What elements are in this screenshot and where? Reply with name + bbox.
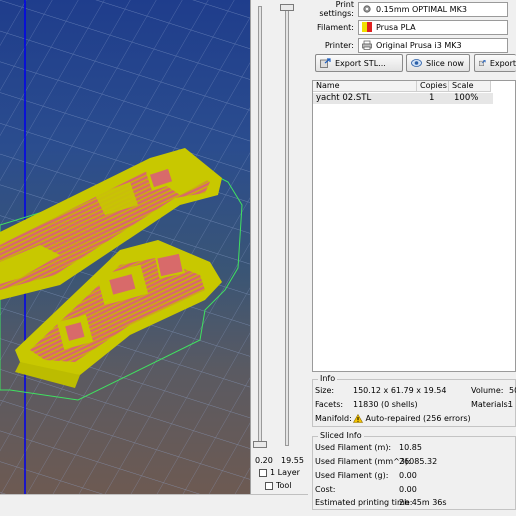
export-gcode-icon — [479, 60, 486, 67]
print-settings-label: Print settings: — [319, 0, 354, 18]
volume-label: Volume: — [471, 386, 504, 395]
slice-now-label: Slice now — [426, 58, 464, 68]
used-filament-g-value: 0.00 — [399, 471, 417, 480]
volume-value: 50 — [509, 386, 516, 395]
column-header-name[interactable]: Name — [313, 81, 417, 92]
one-layer-toggle[interactable]: 1 Layer — [259, 468, 300, 477]
one-layer-label: 1 Layer — [270, 468, 300, 477]
cost-label: Cost: — [315, 485, 336, 494]
object-scale-cell: 100% — [454, 93, 479, 103]
filament-value: Prusa PLA — [376, 22, 416, 32]
printer-combo[interactable]: Original Prusa i3 MK3 — [358, 37, 508, 53]
color-swatch-icon — [362, 22, 372, 32]
size-value: 150.12 x 61.79 x 19.54 — [353, 386, 447, 395]
slice-now-button[interactable]: Slice now — [406, 54, 470, 72]
export-icon — [320, 58, 331, 68]
print-time-value: 2h 45m 36s — [399, 498, 447, 507]
used-filament-g-label: Used Filament (g): — [315, 471, 389, 480]
object-name-cell: yacht 02.STL — [316, 93, 372, 103]
tool-checkbox[interactable] — [265, 481, 273, 490]
filament-label: Filament: — [317, 22, 354, 32]
materials-label: Materials: — [471, 400, 511, 409]
lower-layer-handle[interactable] — [253, 441, 267, 448]
tool-label: Tool — [276, 481, 292, 490]
facets-label: Facets: — [315, 400, 344, 409]
layer-slider-panel: 0.20 19.55 1 Layer Tool — [250, 0, 308, 494]
used-filament-mm3-value: 26085.32 — [399, 457, 438, 466]
filament-combo[interactable]: Prusa PLA — [358, 19, 508, 35]
export-stl-button[interactable]: Export STL... — [315, 54, 403, 72]
materials-value: 1 — [508, 400, 514, 409]
printer-icon — [362, 40, 372, 50]
manifold-status: Auto-repaired (256 errors) — [352, 413, 471, 423]
cost-value: 0.00 — [399, 485, 417, 494]
printer-row: Printer: Original Prusa i3 MK3 — [308, 37, 508, 53]
export-gcode-label: Export — [489, 58, 516, 68]
export-gcode-button[interactable]: Export — [474, 54, 516, 72]
gear-icon — [363, 5, 371, 13]
status-bar — [0, 494, 308, 516]
printer-label: Printer: — [324, 40, 354, 50]
print-settings-value: 0.15mm OPTIMAL MK3 — [376, 4, 467, 14]
export-stl-label: Export STL... — [335, 58, 386, 68]
print-settings-row: Print settings: 0.15mm OPTIMAL MK3 — [308, 0, 508, 18]
facets-value: 11830 (0 shells) — [353, 400, 418, 409]
used-filament-m-value: 10.85 — [399, 443, 422, 452]
filament-row: Filament: Prusa PLA — [308, 19, 508, 35]
slice-icon — [411, 59, 422, 67]
layer-slider-track-lower[interactable] — [285, 6, 289, 446]
print-time-label: Estimated printing time: — [315, 498, 413, 507]
3d-preview-viewport[interactable] — [0, 0, 250, 494]
print-settings-combo[interactable]: 0.15mm OPTIMAL MK3 — [358, 1, 508, 17]
one-layer-checkbox[interactable] — [259, 468, 267, 477]
tool-toggle[interactable]: Tool — [265, 481, 292, 490]
column-header-scale[interactable]: Scale — [449, 81, 491, 92]
column-header-copies[interactable]: Copies — [417, 81, 449, 92]
max-layer-height: 19.55 — [281, 456, 304, 465]
manifold-value: Auto-repaired (256 errors) — [365, 414, 471, 423]
used-filament-mm3-label: Used Filament (mm^3): — [315, 457, 411, 466]
warning-icon — [352, 413, 364, 423]
layer-preview-canvas — [0, 0, 250, 494]
sliced-info-group: Sliced Info Used Filament (m): 10.85 Use… — [312, 431, 516, 510]
info-title: Info — [318, 374, 338, 383]
size-label: Size: — [315, 386, 335, 395]
info-group: Info Size: 150.12 x 61.79 x 19.54 Volume… — [312, 374, 516, 427]
min-layer-height: 0.20 — [255, 456, 273, 465]
sliced-info-title: Sliced Info — [318, 431, 364, 440]
right-sidebar: Print settings: 0.15mm OPTIMAL MK3 Filam… — [308, 0, 516, 516]
object-copies-cell: 1 — [429, 93, 435, 103]
object-list[interactable]: Name Copies Scale yacht 02.STL 1 100% — [312, 80, 516, 372]
upper-layer-handle[interactable] — [280, 4, 294, 11]
used-filament-m-label: Used Filament (m): — [315, 443, 392, 452]
printer-value: Original Prusa i3 MK3 — [376, 40, 462, 50]
manifold-label: Manifold: — [315, 414, 352, 423]
layer-slider-track-upper[interactable] — [258, 6, 262, 446]
